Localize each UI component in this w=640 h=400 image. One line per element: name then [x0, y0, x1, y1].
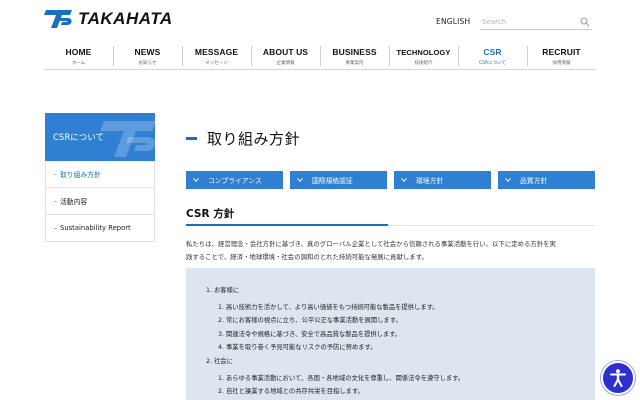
tab-label: 国際規格認証: [312, 177, 353, 185]
nav-label-en: HOME: [65, 47, 92, 57]
nav-label-jp: CSRについて: [479, 61, 506, 66]
nav-label-en: RECRUIT: [542, 47, 581, 57]
policy-item: 3. 関連法令や規格に基づき、安全で高品質な製品を提供します。: [218, 330, 402, 338]
company-logo[interactable]: TAKAHATA: [44, 9, 173, 29]
sidebar-item-label: 活動内容: [60, 198, 88, 206]
nav-csr[interactable]: CSR CSRについて: [458, 42, 527, 69]
sidebar-item-activities[interactable]: – 活動内容: [46, 188, 154, 215]
policy-item: 1. あらゆる事業活動において、各国・各地域の文化を尊重し、関係法令を遵守します…: [218, 375, 465, 383]
accessibility-icon: [610, 369, 626, 387]
nav-label-en: ABOUT US: [262, 47, 309, 57]
policy-item: 2. 常にお客様の視点に立ち、公平公正な事業活動を展開します。: [218, 317, 402, 325]
nav-recruit[interactable]: RECRUIT 採用情報: [527, 42, 596, 69]
policy-heading: 1. お客様に: [206, 287, 240, 294]
nav-label-jp: 企業情報: [276, 61, 295, 66]
page-title-text: 取り組み方針: [207, 130, 301, 148]
section-divider: [186, 224, 595, 226]
nav-label-jp: お知らせ: [138, 61, 157, 66]
intro-text: 私たちは、経営理念・会社方針に基づき、真のグローバル企業として社会から信頼される…: [186, 238, 596, 263]
sidebar-title: CSRについて: [53, 133, 104, 143]
nav-label-en: BUSINESS: [332, 47, 377, 57]
page-title: 取り組み方針: [186, 128, 300, 149]
search-icon[interactable]: [580, 17, 590, 27]
tab-quality-policy[interactable]: 品質方針: [498, 171, 595, 189]
anchor-tabs: コンプライアンス 国際規格認証 環境方針 品質方針: [186, 171, 595, 189]
nav-label-en: MESSAGE: [194, 47, 239, 57]
nav-label-jp: 事業案内: [345, 61, 364, 66]
policy-item: 4. 事業を取り巻く予見可能なリスクの予防に努めます。: [218, 343, 377, 351]
chevron-down-icon: [505, 178, 511, 182]
nav-label-en: NEWS: [134, 47, 161, 57]
section-title: CSR 方針: [186, 208, 235, 220]
search-input[interactable]: [482, 14, 576, 29]
policy-group-society: 2. 社会に 1. あらゆる事業活動において、各国・各地域の文化を尊重し、関係法…: [206, 358, 595, 399]
intro-line: 践することで、経済・地球環境・社会の調和のとれた持続可能な発展に貢献します。: [186, 252, 428, 261]
logo-watermark-icon: [100, 121, 155, 157]
policy-group-customers: 1. お客様に 1. 高い技術力を活かして、より高い価値をもつ持続可能な製品を提…: [206, 287, 595, 354]
nav-technology[interactable]: TECHNOLOGY 技術紹介: [389, 42, 458, 69]
sidebar-menu: – 取り組み方針 – 活動内容 – Sustainability Report: [45, 161, 155, 242]
chevron-down-icon: [193, 178, 199, 182]
accessibility-button[interactable]: [601, 361, 635, 395]
dash-icon: –: [54, 197, 57, 205]
sidebar-item-policy[interactable]: – 取り組み方針: [46, 161, 154, 188]
language-link-english[interactable]: ENGLISH: [436, 17, 470, 26]
sidebar-item-sustainability-report[interactable]: – Sustainability Report: [46, 215, 154, 242]
chevron-down-icon: [297, 178, 303, 182]
sidebar-item-label: Sustainability Report: [60, 224, 131, 232]
nav-about-us[interactable]: ABOUT US 企業情報: [251, 42, 320, 69]
tab-iso-certification[interactable]: 国際規格認証: [290, 171, 387, 189]
nav-label-jp: 技術紹介: [414, 61, 433, 66]
policy-item: 1. 高い技術力を活かして、より高い価値をもつ持続可能な製品を提供します。: [218, 304, 439, 311]
title-accent-bar: [186, 137, 197, 140]
intro-line: 私たちは、経営理念・会社方針に基づき、真のグローバル企業として社会から信頼される…: [186, 240, 556, 248]
nav-label-jp: ホーム: [71, 61, 86, 66]
dash-icon: –: [54, 224, 57, 232]
tab-label: 品質方針: [520, 177, 548, 185]
tab-label: コンプライアンス: [208, 177, 262, 185]
search-box: [480, 14, 592, 30]
sidebar-item-label: 取り組み方針: [60, 171, 101, 179]
policy-box: 1. お客様に 1. 高い技術力を活かして、より高い価値をもつ持続可能な製品を提…: [186, 268, 595, 400]
chevron-down-icon: [401, 178, 407, 182]
nav-label-en: TECHNOLOGY: [396, 48, 451, 57]
tab-compliance[interactable]: コンプライアンス: [186, 171, 283, 189]
nav-label-en: CSR: [483, 47, 502, 57]
logo-mark-icon: [44, 10, 72, 28]
policy-heading: 2. 社会に: [206, 358, 233, 366]
tab-label: 環境方針: [416, 177, 444, 185]
logo-wordmark: TAKAHATA: [78, 9, 173, 28]
nav-home[interactable]: HOME ホーム: [44, 42, 113, 69]
nav-label-jp: 採用情報: [552, 61, 571, 66]
nav-message[interactable]: MESSAGE メッセージ: [182, 42, 251, 69]
nav-business[interactable]: BUSINESS 事業案内: [320, 42, 389, 69]
global-nav: HOME ホーム NEWS お知らせ MESSAGE メッセージ ABOUT U…: [44, 42, 596, 70]
nav-label-jp: メッセージ: [205, 61, 228, 66]
tab-environment-policy[interactable]: 環境方針: [394, 171, 491, 189]
sidebar-header: CSRについて: [45, 113, 155, 161]
nav-news[interactable]: NEWS お知らせ: [113, 42, 182, 69]
section-divider-accent: [186, 224, 388, 226]
dash-icon: –: [54, 170, 57, 178]
policy-item: 2. 自社と操業する地域との共存共栄を目指します。: [218, 388, 364, 396]
